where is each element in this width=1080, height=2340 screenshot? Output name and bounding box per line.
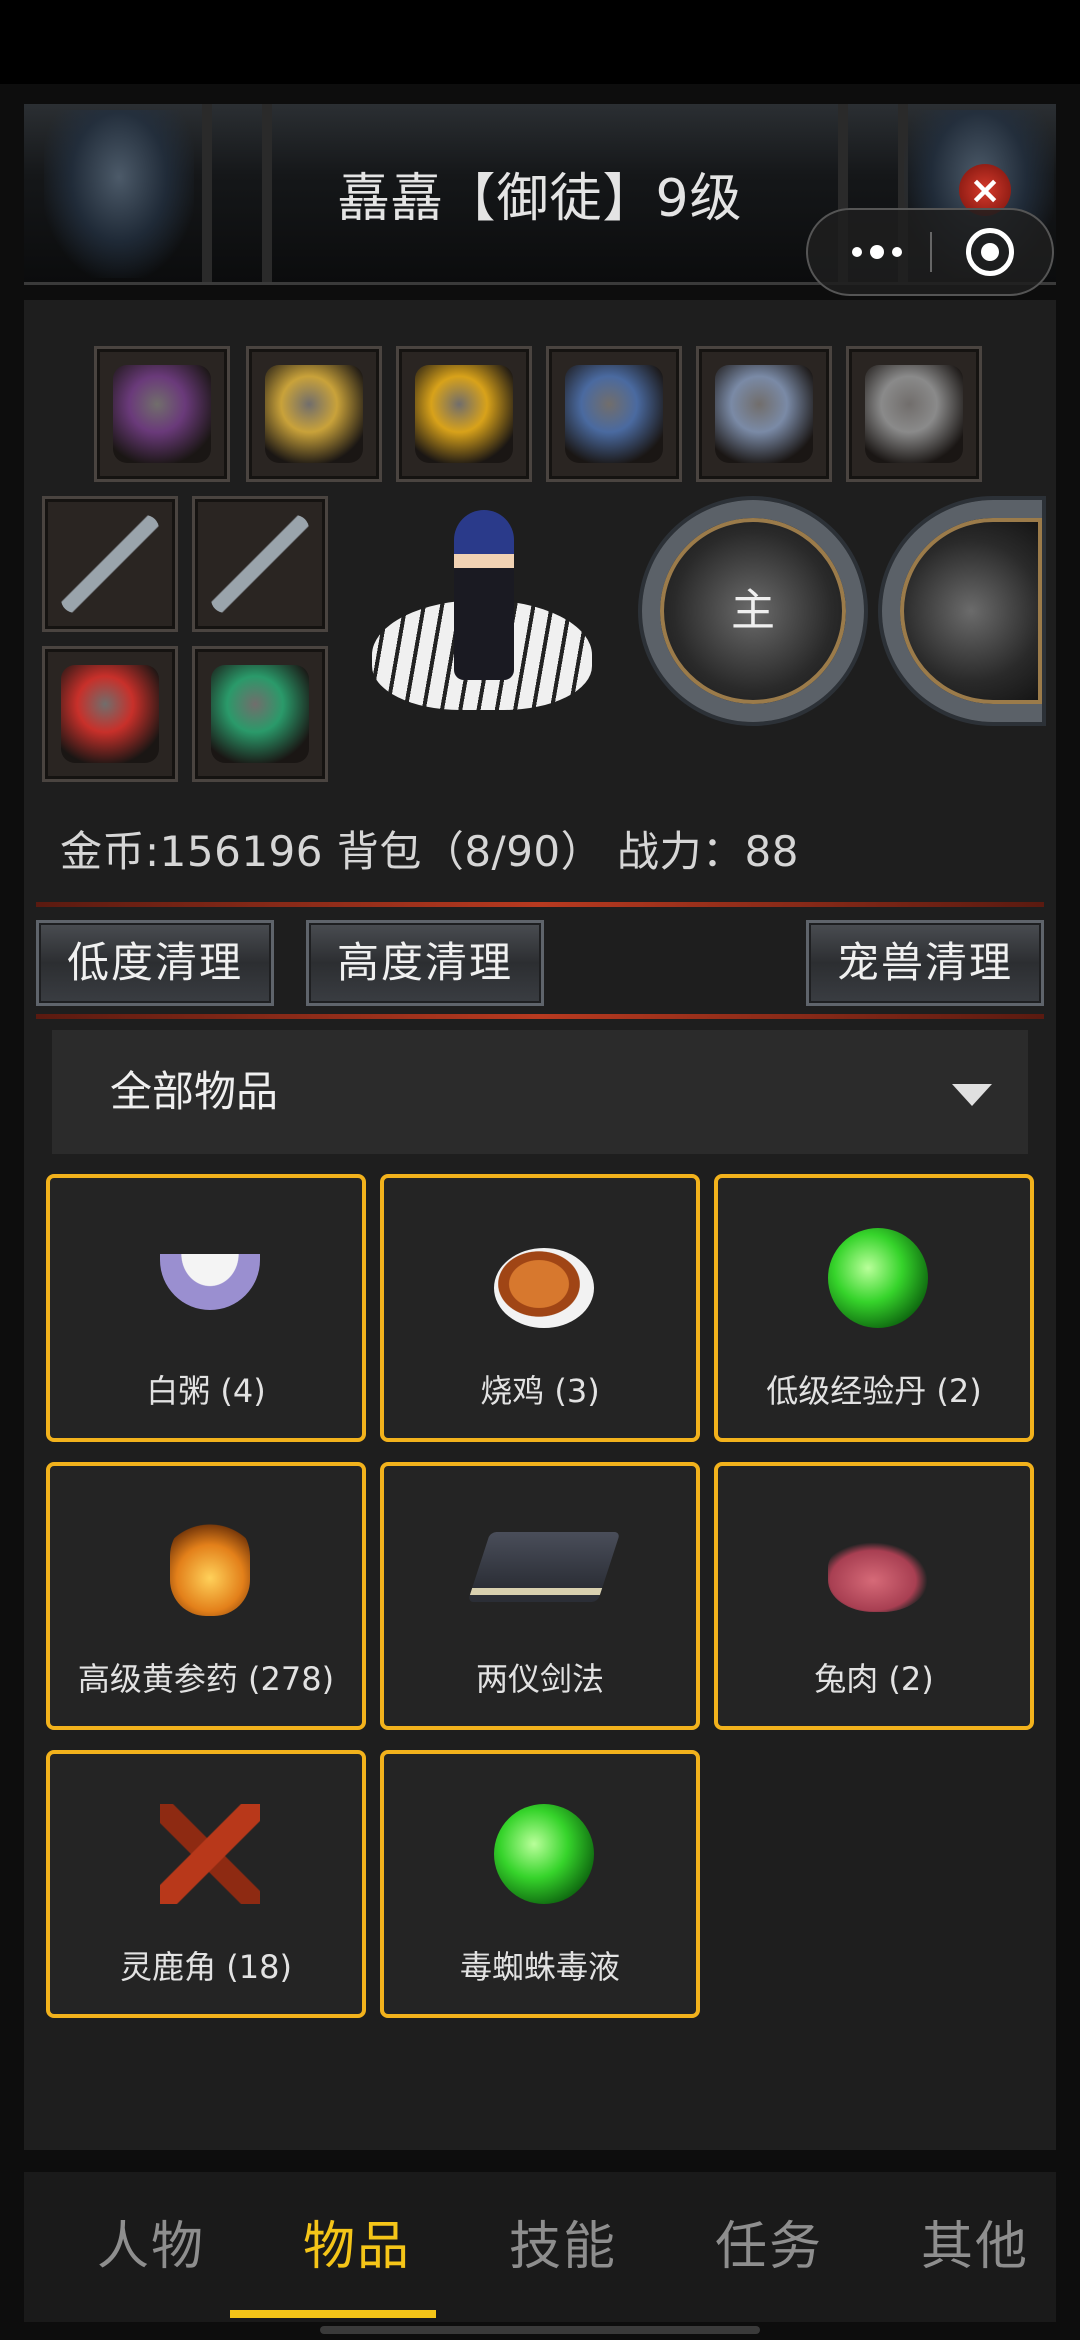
equipment-slot[interactable] [94,346,230,482]
orb-green-icon [494,1804,594,1904]
equipment-slot[interactable] [846,346,982,482]
divider-bottom [36,1014,1044,1019]
item-name: 高级黄参药 (278) [77,1660,335,1698]
item-card[interactable]: 烧鸡 (3) [380,1174,700,1442]
bracelet-icon [61,665,159,763]
item-card[interactable]: 高级黄参药 (278) [46,1462,366,1730]
character-portrait[interactable] [362,500,602,730]
sword-icon [61,515,159,613]
pet-clean-button[interactable]: 宠兽清理 [806,920,1044,1006]
tab-skills[interactable]: 技能 [460,2172,666,2322]
amulet-icon [415,365,513,463]
capsule-divider [930,232,932,272]
item-card[interactable]: 白粥 (4) [46,1174,366,1442]
jade-icon [211,665,309,763]
tab-quests[interactable]: 任务 [666,2172,872,2322]
item-name: 白粥 (4) [146,1372,266,1410]
tab-items[interactable]: 物品 [254,2172,460,2322]
status-bar [0,0,1080,84]
pet-slot-main[interactable]: 主 [642,500,864,722]
porridge-icon [160,1254,260,1310]
equipment-slot[interactable] [696,346,832,482]
item-filter-dropdown[interactable]: 全部物品 [52,1030,1028,1154]
meat-icon [828,1542,928,1612]
item-name: 烧鸡 (3) [480,1372,600,1410]
miniprogram-capsule [806,208,1054,296]
item-card[interactable]: 兔肉 (2) [714,1462,1034,1730]
chicken-icon [494,1248,594,1328]
bracer-icon [565,365,663,463]
divider-top [36,902,1044,907]
book-icon [467,1532,621,1602]
equipment-slot[interactable] [42,646,178,782]
item-name: 灵鹿角 (18) [120,1948,292,1986]
low-clean-button[interactable]: 低度清理 [36,920,274,1006]
item-card[interactable]: 低级经验丹 (2) [714,1174,1034,1442]
equipment-slot[interactable] [192,496,328,632]
equipment-slot[interactable] [546,346,682,482]
tab-other[interactable]: 其他 [872,2172,1078,2322]
bottom-nav: 人物 物品 技能 任务 其他 [24,2172,1056,2322]
armor-icon [265,365,363,463]
target-icon[interactable] [966,228,1014,276]
more-icon[interactable] [842,210,912,294]
item-name: 两仪剑法 [475,1660,604,1698]
cape-icon [113,365,211,463]
item-card[interactable]: 毒蜘蛛毒液 [380,1750,700,2018]
equipment-slot[interactable] [246,346,382,482]
boots-icon [715,365,813,463]
equipment-slot[interactable] [42,496,178,632]
orb-green-icon [828,1228,928,1328]
pet-slot-label: 主 [731,585,775,636]
equipment-slot[interactable] [396,346,532,482]
item-name: 低级经验丹 (2) [766,1372,982,1410]
item-card[interactable]: 两仪剑法 [380,1462,700,1730]
filter-selected-label: 全部物品 [110,1067,279,1116]
sword-icon [211,515,309,613]
antler-icon [160,1804,260,1904]
equipment-slot[interactable] [192,646,328,782]
item-name: 毒蜘蛛毒液 [459,1948,620,1986]
tab-character[interactable]: 人物 [48,2172,254,2322]
chevron-down-icon [952,1084,992,1106]
item-card[interactable]: 灵鹿角 (18) [46,1750,366,2018]
home-indicator [320,2326,760,2334]
bottle-icon [170,1516,250,1616]
high-clean-button[interactable]: 高度清理 [306,920,544,1006]
item-name: 兔肉 (2) [814,1660,934,1698]
hero-figure [454,510,514,680]
ring-icon [865,365,963,463]
active-tab-indicator [230,2310,436,2318]
player-stats: 金币:156196 背包（8/90） 战力：88 [60,827,799,876]
